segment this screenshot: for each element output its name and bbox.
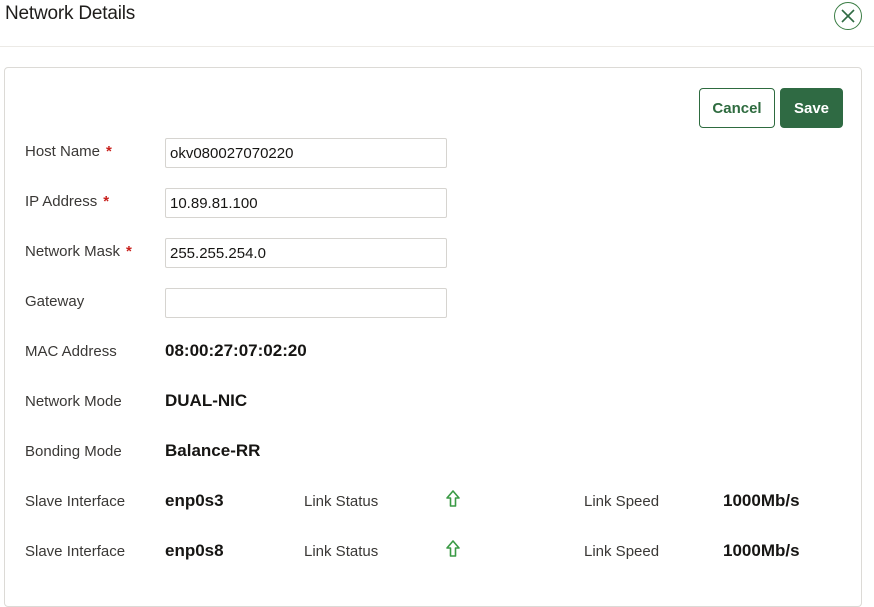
dialog-header: Network Details — [0, 0, 874, 47]
network-mask-label: Network Mask * — [25, 243, 132, 260]
slave-interface-label: Slave Interface — [25, 493, 125, 510]
required-indicator: * — [126, 243, 132, 260]
slave-interface-value: enp0s8 — [165, 541, 224, 561]
host-name-label-text: Host Name — [25, 143, 100, 160]
bonding-mode-label: Bonding Mode — [25, 443, 122, 460]
gateway-label: Gateway — [25, 293, 84, 310]
network-mode-value: DUAL-NIC — [165, 391, 247, 411]
required-indicator: * — [103, 193, 109, 210]
bonding-mode-value: Balance-RR — [165, 441, 260, 461]
link-speed-value: 1000Mb/s — [723, 541, 800, 561]
slave-interface-label: Slave Interface — [25, 543, 125, 560]
link-speed-label: Link Speed — [584, 543, 659, 560]
ip-address-label-text: IP Address — [25, 193, 97, 210]
link-status-label: Link Status — [304, 543, 378, 560]
host-name-label: Host Name * — [25, 143, 112, 160]
link-speed-label: Link Speed — [584, 493, 659, 510]
cancel-button[interactable]: Cancel — [699, 88, 775, 128]
link-status-label: Link Status — [304, 493, 378, 510]
close-button[interactable] — [834, 2, 862, 30]
arrow-up-icon — [445, 540, 461, 558]
ip-address-input[interactable] — [165, 188, 447, 218]
network-mask-label-text: Network Mask — [25, 243, 120, 260]
required-indicator: * — [106, 143, 112, 160]
link-speed-value: 1000Mb/s — [723, 491, 800, 511]
save-button[interactable]: Save — [780, 88, 843, 128]
dialog-title: Network Details — [5, 3, 135, 25]
network-mask-input[interactable] — [165, 238, 447, 268]
host-name-input[interactable] — [165, 138, 447, 168]
ip-address-label: IP Address * — [25, 193, 109, 210]
gateway-input[interactable] — [165, 288, 447, 318]
mac-address-value: 08:00:27:07:02:20 — [165, 341, 307, 361]
network-mode-label: Network Mode — [25, 393, 122, 410]
mac-address-label: MAC Address — [25, 343, 117, 360]
arrow-up-icon — [445, 490, 461, 508]
close-icon — [841, 9, 855, 23]
slave-interface-value: enp0s3 — [165, 491, 224, 511]
